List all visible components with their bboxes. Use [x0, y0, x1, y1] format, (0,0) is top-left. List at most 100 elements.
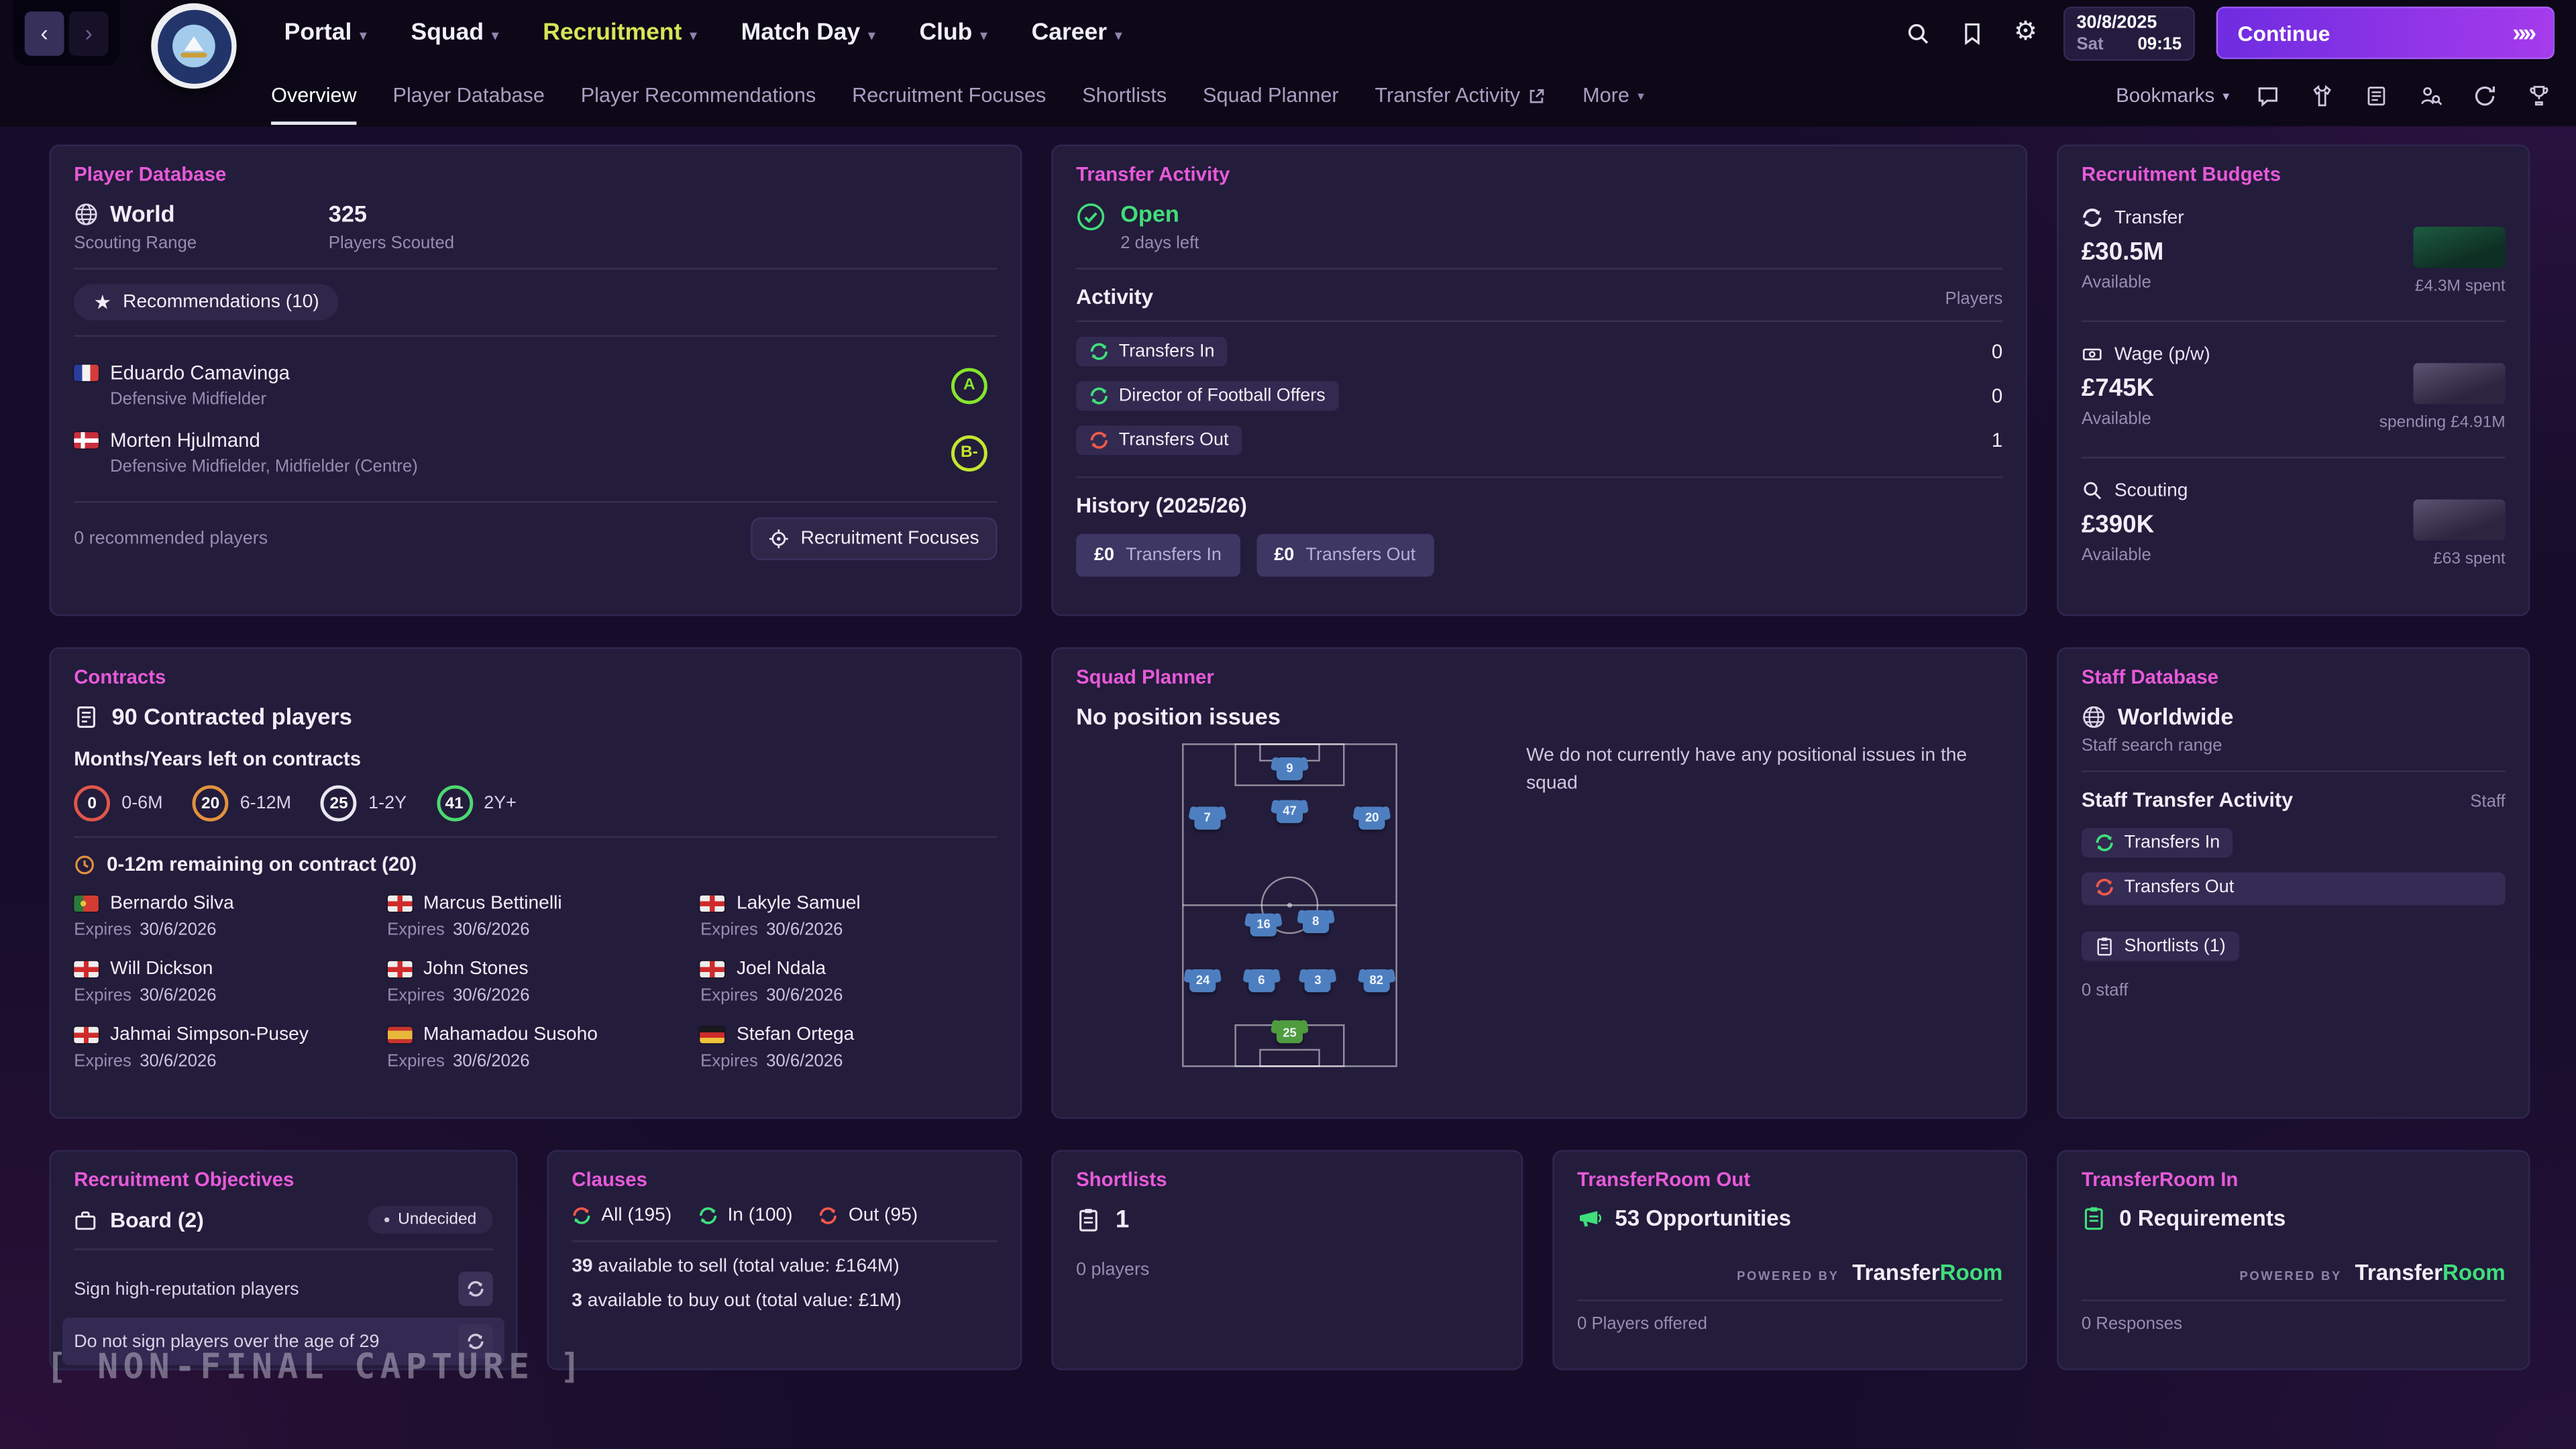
bucket-label: 1-2Y	[368, 794, 407, 813]
budget-spend-bar	[2414, 227, 2506, 268]
shirt-number: 6	[1258, 973, 1265, 987]
squad-shirt-3[interactable]: 3	[1305, 969, 1331, 991]
search-button[interactable]	[1900, 16, 1933, 49]
menu-career[interactable]: Career▾	[1032, 19, 1122, 46]
panel-title: Player Database	[74, 162, 997, 185]
staff-activity-rows: Transfers In Transfers Out	[2082, 828, 2506, 905]
recommended-player-row[interactable]: Eduardo CamavingaDefensive MidfielderA	[74, 352, 997, 419]
bookmarks-dropdown[interactable]: Bookmarks ▾	[2116, 84, 2229, 107]
staff-transfers-out-row[interactable]: Transfers Out	[2082, 872, 2506, 905]
menu-squad[interactable]: Squad▾	[411, 19, 499, 46]
subnav-overview[interactable]: Overview	[271, 66, 357, 125]
expiring-player[interactable]: Jahmai Simpson-Pusey Expires 30/6/2026	[74, 1025, 370, 1071]
activity-row: Transfers Out1	[1076, 417, 2002, 462]
sync-button[interactable]	[2467, 79, 2500, 112]
scouting-button[interactable]	[2414, 79, 2447, 112]
nation-flag	[74, 961, 99, 977]
nation-flag	[387, 961, 412, 977]
history-transfers-out-button[interactable]: £0Transfers Out	[1256, 534, 1434, 577]
clauses-tab-all-195[interactable]: All (195)	[572, 1206, 672, 1226]
transfers-out-badge[interactable]: Transfers Out	[1076, 425, 1242, 454]
squad-shirt-7[interactable]: 7	[1194, 806, 1220, 828]
objective-history-button[interactable]	[458, 1272, 492, 1306]
settings-button[interactable]: ⚙	[2009, 16, 2042, 49]
clause-summary: 3 available to buy out (total value: £1M…	[572, 1291, 997, 1311]
staff-header-right: Staff	[2470, 792, 2505, 811]
recruitment-focuses-button[interactable]: Recruitment Focuses	[751, 517, 998, 560]
continue-button[interactable]: Continue »»	[2216, 7, 2555, 59]
menu-label: Squad	[411, 19, 484, 46]
expiring-player[interactable]: Mahamadou SusohoExpires30/6/2026	[387, 1025, 684, 1071]
inbox-button[interactable]	[2251, 79, 2284, 112]
subnav-more[interactable]: More▾	[1582, 66, 1644, 125]
menu-recruitment[interactable]: Recruitment▾	[543, 19, 696, 46]
squad-shirt-24[interactable]: 24	[1190, 969, 1216, 991]
bookmark-button[interactable]	[1955, 16, 1988, 49]
clauses-tab-out-95[interactable]: Out (95)	[819, 1206, 918, 1226]
expiring-player[interactable]: Lakyle SamuelExpires30/6/2026	[700, 894, 997, 940]
squad-shirt-20[interactable]: 20	[1359, 806, 1385, 828]
expiring-player[interactable]: Joel NdalaExpires30/6/2026	[700, 959, 997, 1006]
recommendations-button[interactable]: ★ Recommendations (10)	[74, 284, 339, 321]
recommended-player-row[interactable]: Morten HjulmandDefensive Midfielder, Mid…	[74, 419, 997, 486]
clauses-tab-in-100[interactable]: In (100)	[698, 1206, 792, 1226]
expiring-player[interactable]: Marcus BettinelliExpires30/6/2026	[387, 894, 684, 940]
squad-shirt-9[interactable]: 9	[1277, 757, 1303, 780]
date-time-widget[interactable]: 30/8/2025 Sat 09:15	[2063, 6, 2195, 60]
expiring-player[interactable]: Bernardo SilvaExpires30/6/2026	[74, 894, 370, 940]
history-transfers-in-button[interactable]: £0Transfers In	[1076, 534, 1240, 577]
scouting-icon	[2082, 480, 2103, 501]
squad-shirt-8[interactable]: 8	[1303, 910, 1329, 932]
subnav-recruitment-focuses[interactable]: Recruitment Focuses	[852, 66, 1046, 125]
player-name: Jahmai Simpson-Pusey	[110, 1025, 309, 1044]
expiring-player[interactable]: Stefan OrtegaExpires30/6/2026	[700, 1025, 997, 1071]
expires-label: Expires	[74, 1051, 131, 1071]
subnav-transfer-activity[interactable]: Transfer Activity	[1375, 66, 1546, 125]
achievements-button[interactable]	[2522, 79, 2555, 112]
briefcase-icon	[74, 1208, 97, 1231]
squad-shirt-16[interactable]: 16	[1250, 913, 1277, 936]
menu-portal[interactable]: Portal▾	[284, 19, 367, 46]
director-of-football-offers-badge[interactable]: Director of Football Offers	[1076, 380, 1338, 410]
subnav-shortlists[interactable]: Shortlists	[1082, 66, 1167, 125]
position-issues-headline: No position issues	[1076, 703, 2002, 729]
bucket-label: 0-6M	[121, 794, 162, 813]
menu-label: Match Day	[741, 19, 861, 46]
transfer-cycle-icon	[467, 1280, 485, 1298]
divider	[2082, 457, 2506, 458]
player-name: Marcus Bettinelli	[423, 894, 562, 913]
expiring-player[interactable]: Will DicksonExpires30/6/2026	[74, 959, 370, 1006]
recommended-count: 0 recommended players	[74, 529, 268, 549]
divider	[2082, 771, 2506, 772]
subnav-player-recommendations[interactable]: Player Recommendations	[581, 66, 816, 125]
staff-transfers-in-row[interactable]: Transfers In	[2082, 828, 2506, 861]
menu-club[interactable]: Club▾	[919, 19, 987, 46]
budget-transfer: Transfer£30.5MAvailable£4.3M spent	[2082, 201, 2506, 306]
news-button[interactable]	[2359, 79, 2392, 112]
squad-shirt-25[interactable]: 25	[1277, 1020, 1303, 1043]
club-badge[interactable]	[151, 3, 236, 89]
subnav-player-database[interactable]: Player Database	[393, 66, 545, 125]
objectives-status-text: Undecided	[398, 1211, 476, 1229]
squad-shirt-47[interactable]: 47	[1277, 800, 1303, 822]
contracted-players-headline: 90 Contracted players	[112, 703, 352, 729]
activity-row: Transfers In0	[1076, 329, 2002, 373]
history-back-button[interactable]: ‹	[25, 11, 64, 55]
club-badge-band	[157, 9, 231, 83]
subnav-squad-planner[interactable]: Squad Planner	[1203, 66, 1339, 125]
menu-match-day[interactable]: Match Day▾	[741, 19, 875, 46]
expiring-player[interactable]: John StonesExpires30/6/2026	[387, 959, 684, 1006]
squad-shirt-82[interactable]: 82	[1363, 969, 1389, 991]
budget-spend-bar	[2414, 499, 2506, 540]
transfers-in-badge[interactable]: Transfers In	[1076, 336, 1228, 366]
staff-shortlists-button[interactable]: Shortlists (1)	[2082, 932, 2239, 961]
contract-buckets: 00-6M206-12M251-2Y412Y+	[74, 786, 997, 822]
squad-shirt-6[interactable]: 6	[1248, 969, 1275, 991]
expiry-date: 30/6/2026	[140, 1051, 216, 1071]
expires-label: Expires	[74, 985, 131, 1005]
subnav-label: Transfer Activity	[1375, 84, 1520, 107]
history-forward-button[interactable]: ›	[69, 11, 109, 55]
objective-row[interactable]: Sign high-reputation players	[62, 1265, 504, 1313]
position-issues-note: We do not currently have any positional …	[1526, 743, 1986, 798]
squad-shirt-button[interactable]	[2305, 79, 2338, 112]
